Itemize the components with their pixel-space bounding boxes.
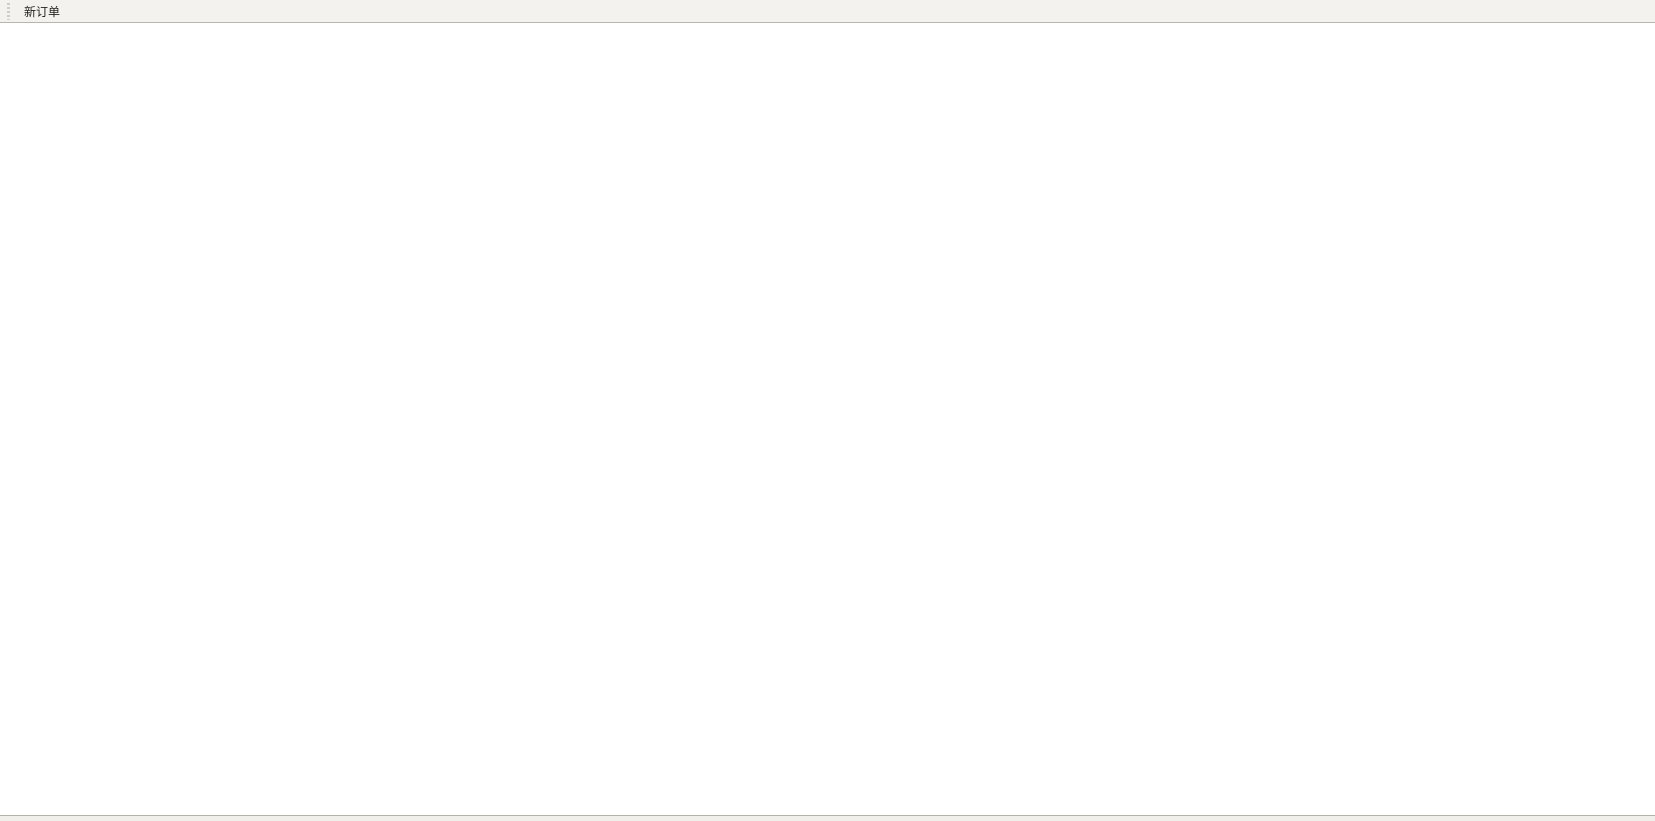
- chart-canvas[interactable]: [0, 24, 1655, 815]
- status-bar: [0, 815, 1655, 821]
- main-toolbar: 新订单: [0, 0, 1655, 23]
- trading-terminal: 新订单: [0, 0, 1655, 821]
- new-order-button[interactable]: 新订单: [16, 0, 68, 22]
- toolbar-grip: [7, 2, 10, 20]
- chart-window[interactable]: [0, 24, 1655, 815]
